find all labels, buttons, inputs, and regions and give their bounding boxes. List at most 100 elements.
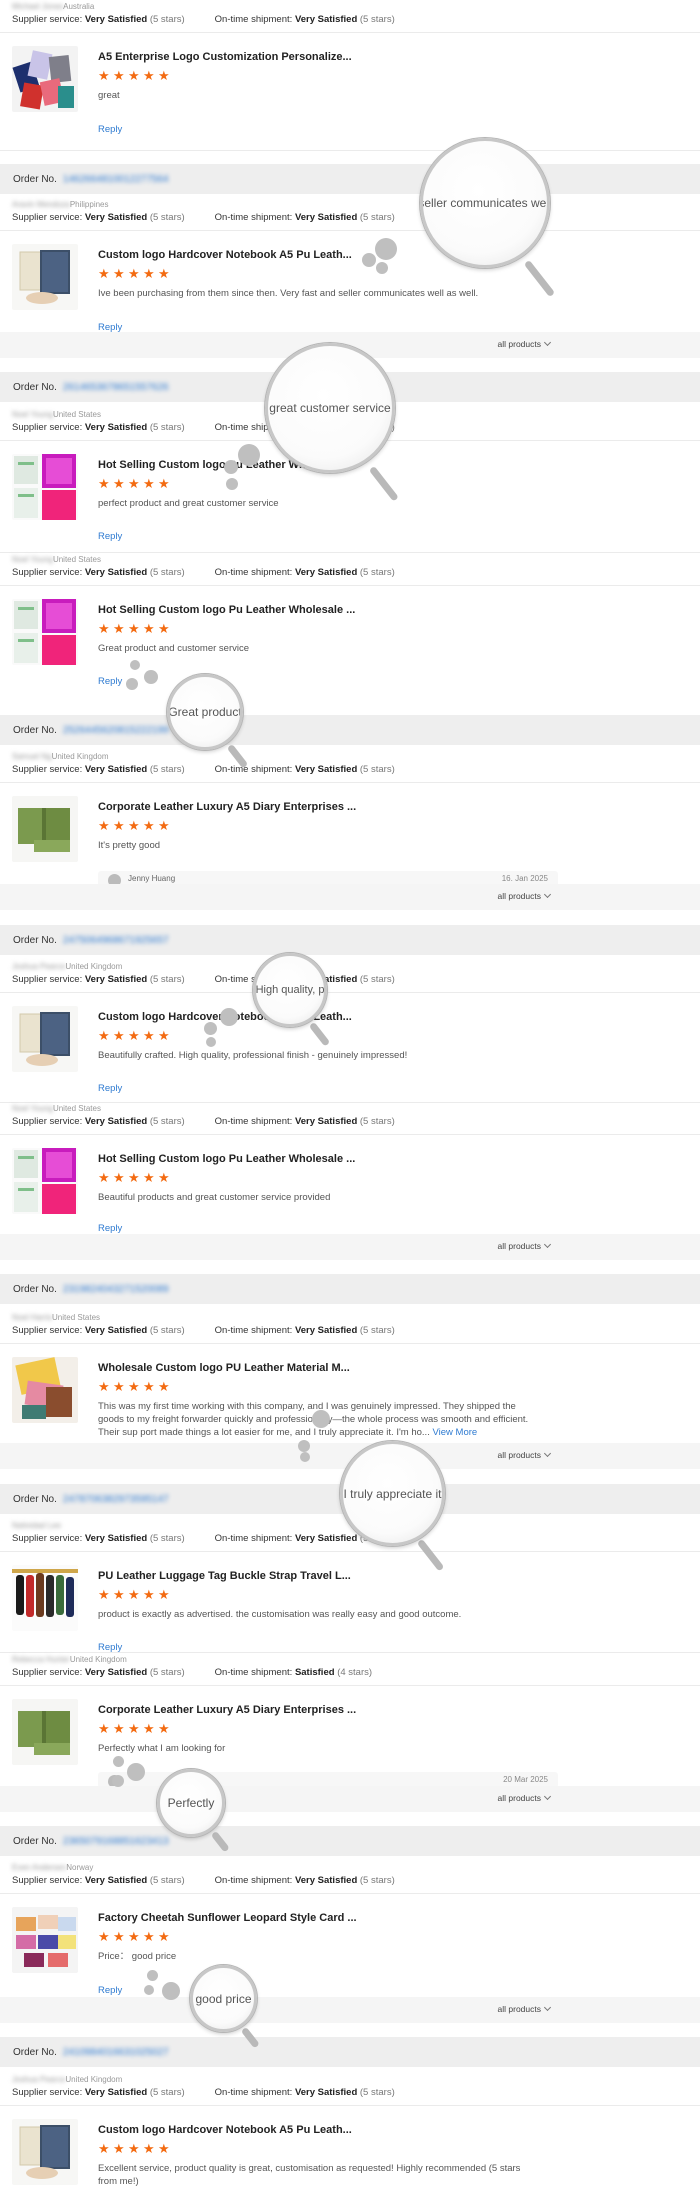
thought-bubble [144, 1985, 154, 1995]
supplier-service-label: Supplier service: [12, 2087, 83, 2098]
product-thumbnail[interactable] [12, 1565, 78, 1631]
thought-bubble [144, 670, 158, 684]
all-products-label: all products [497, 339, 541, 349]
divider [0, 1893, 700, 1894]
all-products-toggle[interactable]: all products [498, 1449, 552, 1460]
service-ratings: Supplier service: Very Satisfied (5 star… [12, 1533, 395, 1544]
service-ratings: Supplier service: Very Satisfied (5 star… [12, 2087, 395, 2098]
magnifier-lens: good price [190, 1965, 257, 2032]
view-more-link[interactable]: View More [432, 1427, 477, 1438]
magnifier-lens: great customer service [265, 343, 395, 473]
supplier-service-stars: (5 stars) [149, 1116, 185, 1127]
chevron-down-icon [543, 2003, 552, 2012]
order-number-link[interactable]: 2365079168851623413 [63, 1836, 169, 1847]
reply-link[interactable]: Reply [98, 1223, 122, 1234]
magnifier-handle [416, 1538, 445, 1572]
reply-link[interactable]: Reply [98, 1083, 122, 1094]
reviewer-name: Noel Young [12, 555, 53, 564]
order-number-label: Order No. [13, 2046, 57, 2058]
product-title[interactable]: Custom logo Hardcover Notebook A5 Pu Lea… [98, 249, 352, 261]
reviewer-info: Michael JonesAustralia [12, 2, 94, 11]
order-number-link[interactable]: 2410984016631025027 [63, 2047, 169, 2058]
divider [0, 2105, 700, 2106]
star-icon: ★ [158, 1721, 170, 1736]
review-text: Great product and customer service [98, 642, 538, 655]
star-icon: ★ [158, 1587, 170, 1602]
order-number-link[interactable]: 2526445620815222199 [63, 725, 169, 736]
star-icon: ★ [143, 1721, 155, 1736]
magnifier-lens: I truly appreciate it [340, 1441, 445, 1546]
supplier-reply-name: Jenny Huang [128, 874, 176, 883]
order-number-link[interactable]: 2475064968671925657 [63, 935, 169, 946]
product-thumbnail[interactable] [12, 2119, 78, 2185]
ontime-shipment-label: On-time shipment: [214, 764, 293, 775]
product-title[interactable]: Corporate Leather Luxury A5 Diary Enterp… [98, 1704, 356, 1716]
thought-bubble [226, 478, 238, 490]
product-thumbnail[interactable] [12, 1907, 78, 1973]
order-number-link[interactable]: 2319824043271520089 [63, 1284, 169, 1295]
all-products-toggle[interactable]: all products [498, 1240, 552, 1251]
thought-bubble [162, 1982, 180, 2000]
order-number-link[interactable]: 2614653678651557626 [63, 382, 169, 393]
thought-bubble [206, 1037, 216, 1047]
magnifier-lens: High quality, p [253, 953, 327, 1027]
supplier-service-label: Supplier service: [12, 1533, 83, 1544]
product-title[interactable]: Wholesale Custom logo PU Leather Materia… [98, 1362, 350, 1374]
product-thumbnail[interactable] [12, 599, 78, 665]
star-icon: ★ [98, 1929, 110, 1944]
order-number-label: Order No. [13, 1493, 57, 1505]
ontime-shipment-value: Very Satisfied [294, 764, 358, 775]
thought-bubble [112, 1775, 124, 1787]
all-products-toggle[interactable]: all products [498, 890, 552, 901]
product-thumbnail[interactable] [12, 1699, 78, 1765]
thought-bubble [220, 1008, 238, 1026]
rating-stars: ★ ★ ★ ★ ★ [98, 1721, 170, 1736]
product-title[interactable]: Factory Cheetah Sunflower Leopard Style … [98, 1912, 357, 1924]
star-icon: ★ [98, 1379, 110, 1394]
reply-link[interactable]: Reply [98, 676, 122, 687]
product-title[interactable]: Hot Selling Custom logo Pu Leather Whole… [98, 604, 355, 616]
service-ratings: Supplier service: Very Satisfied (5 star… [12, 1116, 395, 1127]
supplier-service-value: Very Satisfied [84, 1116, 148, 1127]
reviewer-name: Joshua Pearce [12, 962, 66, 971]
product-title[interactable]: A5 Enterprise Logo Customization Persona… [98, 51, 352, 63]
all-products-toggle[interactable]: all products [498, 2003, 552, 2014]
product-title[interactable]: Corporate Leather Luxury A5 Diary Enterp… [98, 801, 356, 813]
product-thumbnail[interactable] [12, 796, 78, 862]
ontime-shipment-value: Satisfied [294, 1667, 335, 1678]
ontime-shipment-stars: (5 stars) [359, 567, 395, 578]
rating-stars: ★ ★ ★ ★ ★ [98, 1929, 170, 1944]
ontime-shipment-value: Very Satisfied [294, 212, 358, 223]
product-title[interactable]: PU Leather Luggage Tag Buckle Strap Trav… [98, 1570, 351, 1582]
reply-link[interactable]: Reply [98, 531, 122, 542]
product-title[interactable]: Hot Selling Custom logo Pu Leather Whole… [98, 1153, 355, 1165]
review-text: Ive been purchasing from them since then… [98, 287, 538, 300]
reviewer-name: Rebecca Hunter [12, 1655, 70, 1664]
star-icon: ★ [98, 476, 110, 491]
rating-stars: ★ ★ ★ ★ ★ [98, 2142, 170, 2155]
ontime-shipment-label: On-time shipment: [214, 14, 293, 25]
order-number-link[interactable]: 1462664810012277564 [63, 174, 169, 185]
service-ratings: Supplier service: Very Satisfied (5 star… [12, 1667, 372, 1678]
product-thumbnail[interactable] [12, 454, 78, 520]
product-title[interactable]: Custom logo Hardcover Notebook A5 Pu Lea… [98, 2124, 352, 2136]
all-products-toggle[interactable]: all products [498, 1792, 552, 1803]
star-icon: ★ [98, 1587, 110, 1602]
product-thumbnail[interactable] [12, 1006, 78, 1072]
supplier-service-label: Supplier service: [12, 14, 83, 25]
product-thumbnail[interactable] [12, 1148, 78, 1214]
ontime-shipment-stars: (5 stars) [359, 212, 395, 223]
reply-link[interactable]: Reply [98, 124, 122, 135]
product-thumbnail[interactable] [12, 46, 78, 112]
reply-link[interactable]: Reply [98, 1985, 122, 1996]
review-text-content: product is exactly as advertised. the cu… [98, 1609, 462, 1620]
product-thumbnail[interactable] [12, 1357, 78, 1423]
service-ratings: Supplier service: Very Satisfied (5 star… [12, 14, 395, 25]
star-icon: ★ [98, 621, 110, 636]
rating-stars: ★ ★ ★ ★ ★ [98, 1171, 170, 1184]
review-text-content: Excellent service, product quality is gr… [98, 2163, 521, 2187]
reviewer-country: Australia [63, 2, 95, 11]
all-products-toggle[interactable]: all products [497, 338, 552, 349]
order-number-link[interactable]: 2478706382973595147 [63, 1494, 169, 1505]
product-thumbnail[interactable] [12, 244, 78, 310]
